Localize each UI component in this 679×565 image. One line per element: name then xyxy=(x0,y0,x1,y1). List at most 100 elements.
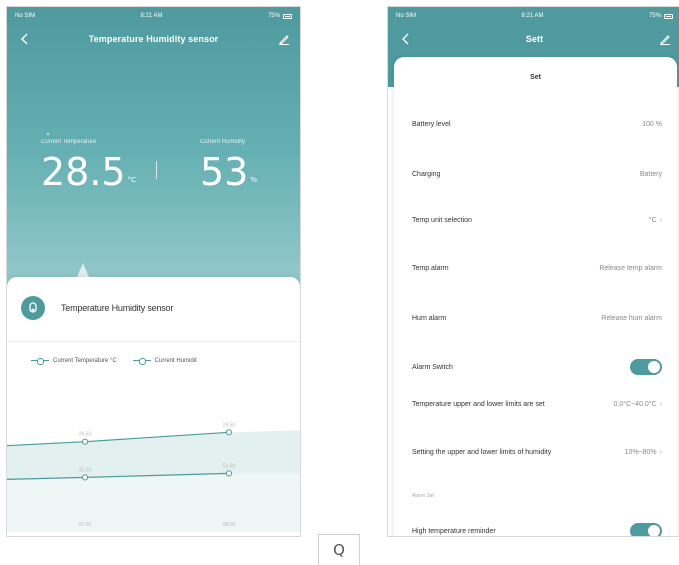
row-value: Release hum alarm xyxy=(601,315,662,322)
humidity-point xyxy=(225,470,233,477)
row-value: Battery xyxy=(639,171,662,178)
row-label: Temp alarm xyxy=(412,265,449,272)
humidity-reading: Current Humidity 53 % xyxy=(200,139,257,201)
status-right-group: 75% xyxy=(649,13,673,19)
status-carrier-right: No SIM xyxy=(396,13,417,19)
section-alarm-set: Alarm Set xyxy=(412,493,434,499)
sheet-title: Set xyxy=(530,73,541,81)
status-carrier: No SIM xyxy=(15,13,36,19)
chevron-left-icon xyxy=(402,33,409,45)
row-alarm-switch: Alarm Switch xyxy=(412,359,662,375)
row-label: Temperature upper and lower limits are s… xyxy=(412,401,545,408)
page-title: Temperature Humidity sensor xyxy=(88,34,219,44)
legend-temperature-label: Current Temperature °C xyxy=(53,358,117,364)
row-temp-alarm[interactable]: Temp alarm Release temp alarm xyxy=(412,265,662,272)
status-right: 75% xyxy=(268,13,292,19)
row-label: Hum alarm xyxy=(412,315,447,322)
phone-sensor-detail: No SIM 8:21 AM 75% Temperature Humidity … xyxy=(6,6,301,537)
temperature-point-label: 28.50 xyxy=(223,422,236,428)
row-value: 100 % xyxy=(642,121,662,128)
edit-button-right[interactable] xyxy=(657,31,673,47)
history-chart: Current Temperature °C Current Humidit 2… xyxy=(7,341,300,536)
row-label: High temperature reminder xyxy=(412,527,496,535)
temperature-value: 28.5 xyxy=(41,150,126,194)
row-value: Release temp alarm xyxy=(599,265,662,272)
chevron-right-icon: › xyxy=(659,449,662,456)
chevron-left-icon xyxy=(21,33,28,45)
readings-panel: Current Temperature 28.5 °C Current Humi… xyxy=(7,139,300,209)
row-label: Charging xyxy=(412,171,441,178)
back-button-right[interactable] xyxy=(398,31,414,47)
high-temp-reminder-toggle[interactable] xyxy=(630,523,662,536)
row-label: Battery level xyxy=(412,121,451,128)
row-hum-limits[interactable]: Setting the upper and lower limits of hu… xyxy=(412,447,662,458)
row-battery-level[interactable]: Battery level 100 % xyxy=(412,121,662,128)
legend-humidity[interactable]: Current Humidit xyxy=(132,358,197,365)
temperature-point xyxy=(225,429,233,436)
row-hum-alarm[interactable]: Hum alarm Release hum alarm xyxy=(412,315,662,322)
row-temp-unit[interactable]: Temp unit selection °C › xyxy=(412,217,662,224)
chart-legend: Current Temperature °C Current Humidit xyxy=(31,358,197,365)
humidity-point-label: 51.00 xyxy=(223,463,236,469)
nav-bar-right: Sett xyxy=(388,25,679,53)
x-tick-label: 07:50 xyxy=(79,522,92,528)
chevron-right-icon: › xyxy=(659,401,662,408)
edit-button[interactable] xyxy=(276,31,292,47)
humidity-value: 53 xyxy=(200,150,249,194)
search-tile[interactable]: Q xyxy=(318,534,360,565)
status-bar-right: No SIM 8:21 AM 75% xyxy=(388,7,679,25)
chart-svg: 26.50 28.50 41.00 51.00 07:50 08:00 xyxy=(7,422,300,532)
humidity-point-label: 41.00 xyxy=(79,467,92,473)
humidity-label: Current Humidity xyxy=(200,139,246,145)
x-tick-label: 08:00 xyxy=(223,522,236,528)
device-name: Temperature Humidity sensor xyxy=(61,303,174,313)
temperature-label: Current Temperature xyxy=(41,139,97,145)
legend-humidity-mark xyxy=(132,358,151,365)
temperature-reading: Current Temperature 28.5 °C xyxy=(41,139,136,201)
status-battery-text-right: 75% xyxy=(648,13,661,19)
humidity-unit: % xyxy=(250,176,258,184)
alarm-switch-toggle[interactable] xyxy=(630,359,662,375)
back-button[interactable] xyxy=(17,31,33,47)
row-value-wrap: °C › xyxy=(649,217,662,224)
status-time-right: 8:21 AM xyxy=(521,13,544,19)
row-label: Setting the upper and lower limits of hu… xyxy=(412,449,552,456)
temperature-unit: °C xyxy=(127,176,136,184)
row-label: Alarm Switch xyxy=(412,363,453,371)
row-value: 0.0°C~40.0°C xyxy=(613,401,657,408)
legend-temperature[interactable]: Current Temperature °C xyxy=(31,358,117,365)
humidity-value-wrap: 53 % xyxy=(200,151,257,201)
humidity-point xyxy=(81,474,89,481)
phone-settings: No SIM 8:21 AM 75% Sett Set Battery leve… xyxy=(387,6,679,537)
decor-dot xyxy=(47,133,49,135)
reading-divider xyxy=(156,161,157,179)
temperature-point xyxy=(81,438,89,445)
hero-peak-decor xyxy=(77,263,89,277)
device-avatar xyxy=(21,296,45,320)
temperature-value-wrap: 28.5 °C xyxy=(41,151,136,201)
battery-icon xyxy=(282,13,292,19)
row-temp-limits[interactable]: Temperature upper and lower limits are s… xyxy=(412,399,662,410)
settings-sheet: Set Battery level 100 % Charging Battery… xyxy=(394,57,677,536)
row-value: °C xyxy=(648,217,657,224)
temperature-point-label: 26.50 xyxy=(79,432,92,438)
status-time: 8:21 AM xyxy=(140,13,163,19)
legend-humidity-label: Current Humidit xyxy=(154,358,197,364)
row-high-temp-reminder: High temperature reminder xyxy=(412,523,662,536)
humidity-area xyxy=(7,473,300,532)
settings-title: Sett xyxy=(525,34,544,44)
row-label: Temp unit selection xyxy=(412,217,472,224)
chevron-right-icon: › xyxy=(659,217,662,224)
row-charging[interactable]: Charging Battery xyxy=(412,171,662,178)
status-battery-text: 75% xyxy=(267,13,280,19)
nav-bar: Temperature Humidity sensor xyxy=(7,25,300,53)
pencil-icon xyxy=(279,35,289,45)
page: No SIM 8:21 AM 75% Temperature Humidity … xyxy=(0,0,679,565)
row-value-wrap: 10%~80% › xyxy=(625,449,662,456)
sensor-icon xyxy=(29,302,37,313)
row-value-wrap: 0.0°C~40.0°C › xyxy=(614,401,663,408)
search-icon: Q xyxy=(333,541,345,559)
device-card[interactable]: Temperature Humidity sensor xyxy=(7,277,300,339)
pencil-icon xyxy=(660,35,670,45)
status-bar: No SIM 8:21 AM 75% xyxy=(7,7,300,25)
